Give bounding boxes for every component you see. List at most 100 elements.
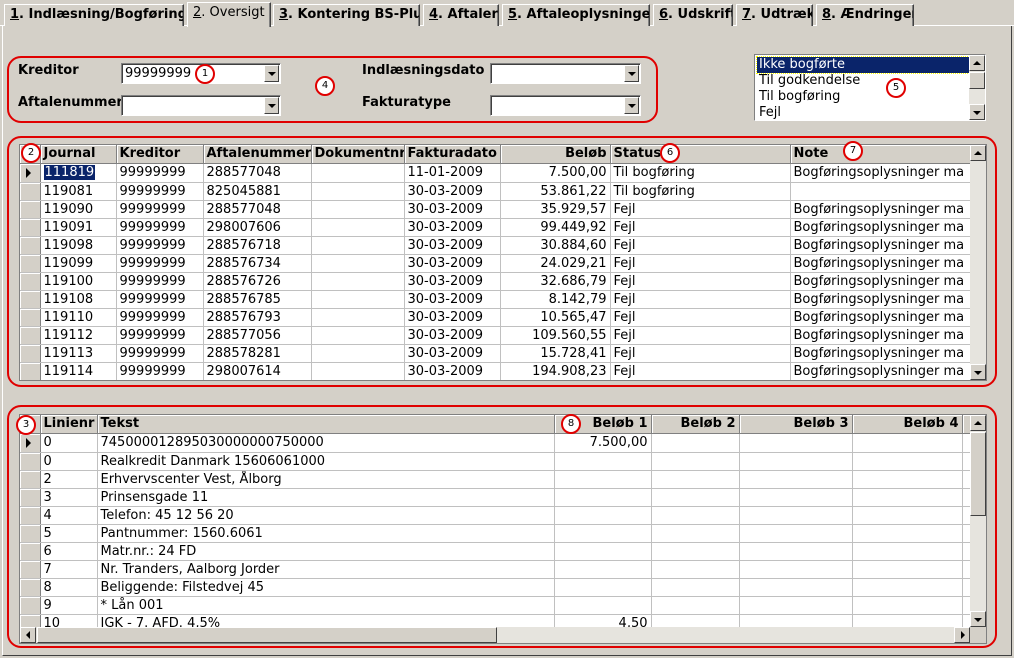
journal-cell[interactable]: 99999999 — [116, 236, 204, 255]
line-row[interactable]: 8 Beliggende: Filstedvej 45 — [20, 578, 986, 597]
line-cell[interactable]: * Lån 001 — [97, 596, 555, 615]
line-cell[interactable] — [554, 578, 652, 597]
col-header-belob[interactable]: Beløb — [500, 145, 611, 164]
row-indicator[interactable] — [20, 578, 41, 597]
line-cell[interactable] — [554, 488, 652, 507]
tab-oversigt[interactable]: 2. Oversigt — [187, 2, 271, 27]
journal-cell[interactable]: Fejl — [610, 290, 791, 309]
journal-cell[interactable]: 30-03-2009 — [404, 290, 501, 309]
scroll-down-button[interactable] — [969, 104, 985, 120]
aftalenummer-dropdown-button[interactable] — [264, 97, 279, 114]
tab-aftaleoplysninger[interactable]: 5. Aftaleoplysninger — [502, 4, 650, 26]
journal-cell[interactable]: 119114 — [40, 362, 117, 380]
journal-cell[interactable]: 99999999 — [116, 254, 204, 273]
journal-cell[interactable]: 32.686,79 — [500, 272, 611, 291]
journal-cell[interactable]: 7.500,00 — [500, 163, 611, 183]
scroll-thumb[interactable] — [970, 432, 986, 516]
scroll-right-button[interactable] — [954, 627, 970, 643]
journal-cell[interactable]: 288577048 — [203, 163, 312, 183]
kreditor-dropdown-button[interactable] — [264, 65, 279, 82]
col-header-fakturadato[interactable]: Fakturadato — [404, 145, 501, 164]
col-header-belob-2[interactable]: Beløb 2 — [651, 415, 740, 434]
line-row[interactable]: 5 Pantnummer: 1560.6061 — [20, 524, 986, 543]
row-indicator[interactable] — [20, 506, 41, 525]
journal-cell[interactable]: 15.728,41 — [500, 344, 611, 363]
tab-kontering-bs-plus[interactable]: 3. Kontering BS-Plus — [273, 4, 420, 26]
journal-cell[interactable]: 119090 — [40, 200, 117, 219]
journal-cell[interactable]: 99999999 — [116, 200, 204, 219]
col-header-kreditor[interactable]: Kreditor — [116, 145, 204, 164]
col-header-dokumentnr[interactable]: Dokumentnr — [311, 145, 405, 164]
journal-cell[interactable]: 99999999 — [116, 290, 204, 309]
journal-cell[interactable]: 30-03-2009 — [404, 236, 501, 255]
row-indicator[interactable] — [20, 163, 41, 183]
line-cell[interactable] — [852, 452, 963, 471]
journal-row[interactable]: 119110 99999999 288576793 30-03-2009 10.565,… — [20, 308, 986, 327]
status-item-til-bogforing[interactable]: Til bogføring — [757, 89, 969, 105]
journal-cell[interactable]: 35.929,57 — [500, 200, 611, 219]
line-cell[interactable] — [651, 524, 740, 543]
scroll-up-button[interactable] — [970, 415, 986, 431]
row-indicator[interactable] — [20, 452, 41, 471]
row-indicator[interactable] — [20, 254, 41, 273]
tab-udskrift[interactable]: 6. Udskrift — [653, 4, 733, 26]
line-cell[interactable] — [852, 542, 963, 561]
col-header-tekst[interactable]: Tekst — [97, 415, 555, 434]
line-cell[interactable] — [651, 596, 740, 615]
journal-cell[interactable]: 30-03-2009 — [404, 254, 501, 273]
journal-row[interactable]: 111819 99999999 288577048 11-01-2009 7.500,0… — [20, 163, 986, 183]
journal-cell[interactable]: 288577048 — [203, 200, 312, 219]
aftalenummer-combo[interactable] — [121, 95, 281, 116]
line-cell[interactable] — [739, 560, 853, 579]
journal-cell[interactable]: 99999999 — [116, 272, 204, 291]
h-scroll-thumb[interactable] — [37, 627, 497, 643]
line-cell[interactable]: Beliggende: Filstedvej 45 — [97, 578, 555, 597]
line-cell[interactable] — [554, 452, 652, 471]
line-cell[interactable]: Matr.nr.: 24 FD — [97, 542, 555, 561]
journal-cell[interactable]: 99999999 — [116, 218, 204, 237]
col-header-belob-3[interactable]: Beløb 3 — [739, 415, 853, 434]
journal-cell[interactable]: 119110 — [40, 308, 117, 327]
journal-row[interactable]: 119091 99999999 298007606 30-03-2009 99.449,… — [20, 218, 986, 237]
journal-cell[interactable]: 119108 — [40, 290, 117, 309]
row-indicator[interactable] — [20, 236, 41, 255]
line-row[interactable]: 7 Nr. Tranders, Aalborg Jorder — [20, 560, 986, 579]
journal-cell[interactable] — [311, 254, 405, 273]
col-header-status[interactable]: Status — [610, 145, 791, 164]
line-cell[interactable]: Telefon: 45 12 56 20 — [97, 506, 555, 525]
journal-cell[interactable]: Bogføringsoplysninger ma — [790, 200, 986, 219]
journal-cell[interactable]: 30.884,60 — [500, 236, 611, 255]
line-cell[interactable]: Pantnummer: 1560.6061 — [97, 524, 555, 543]
scroll-down-button[interactable] — [970, 364, 986, 380]
journal-cell[interactable]: 288576718 — [203, 236, 312, 255]
line-cell[interactable]: 5 — [40, 524, 98, 543]
line-cell[interactable]: 2 — [40, 470, 98, 489]
scroll-up-button[interactable] — [970, 145, 986, 161]
journal-cell[interactable]: 10.565,47 — [500, 308, 611, 327]
journal-cell[interactable] — [311, 200, 405, 219]
row-indicator[interactable] — [20, 488, 41, 507]
journal-cell[interactable]: 99999999 — [116, 326, 204, 345]
tab-indlaesning-bogforing[interactable]: 1. Indlæsning/Bogføring — [4, 4, 184, 26]
journal-cell[interactable]: Fejl — [610, 218, 791, 237]
journal-cell[interactable]: Bogføringsoplysninger ma — [790, 326, 986, 345]
line-cell[interactable]: Nr. Tranders, Aalborg Jorder — [97, 560, 555, 579]
journal-cell[interactable]: 288576785 — [203, 290, 312, 309]
journal-cell[interactable]: Bogføringsoplysninger ma — [790, 218, 986, 237]
journal-cell[interactable]: Bogføringsoplysninger ma — [790, 290, 986, 309]
journal-cell[interactable]: Bogføringsoplysninger ma — [790, 308, 986, 327]
journal-cell[interactable] — [311, 344, 405, 363]
line-grid[interactable]: Linienr Tekst Beløb 1 Beløb 2 Beløb 3 Be… — [19, 414, 987, 644]
journal-cell[interactable] — [311, 326, 405, 345]
scroll-thumb[interactable] — [969, 72, 985, 89]
journal-cell[interactable]: 288576793 — [203, 308, 312, 327]
line-cell[interactable]: 6 — [40, 542, 98, 561]
journal-cell[interactable]: Fejl — [610, 326, 791, 345]
journal-grid-vscrollbar[interactable] — [970, 145, 986, 380]
line-row[interactable]: 0 745000012895030000000750000 7.500,00 — [20, 433, 986, 453]
tab-udtraek[interactable]: 7. Udtræk — [736, 4, 813, 26]
line-cell[interactable]: Realkredit Danmark 15606061000 — [97, 452, 555, 471]
journal-cell[interactable]: 119113 — [40, 344, 117, 363]
line-cell[interactable]: 9 — [40, 596, 98, 615]
journal-cell[interactable]: 119091 — [40, 218, 117, 237]
